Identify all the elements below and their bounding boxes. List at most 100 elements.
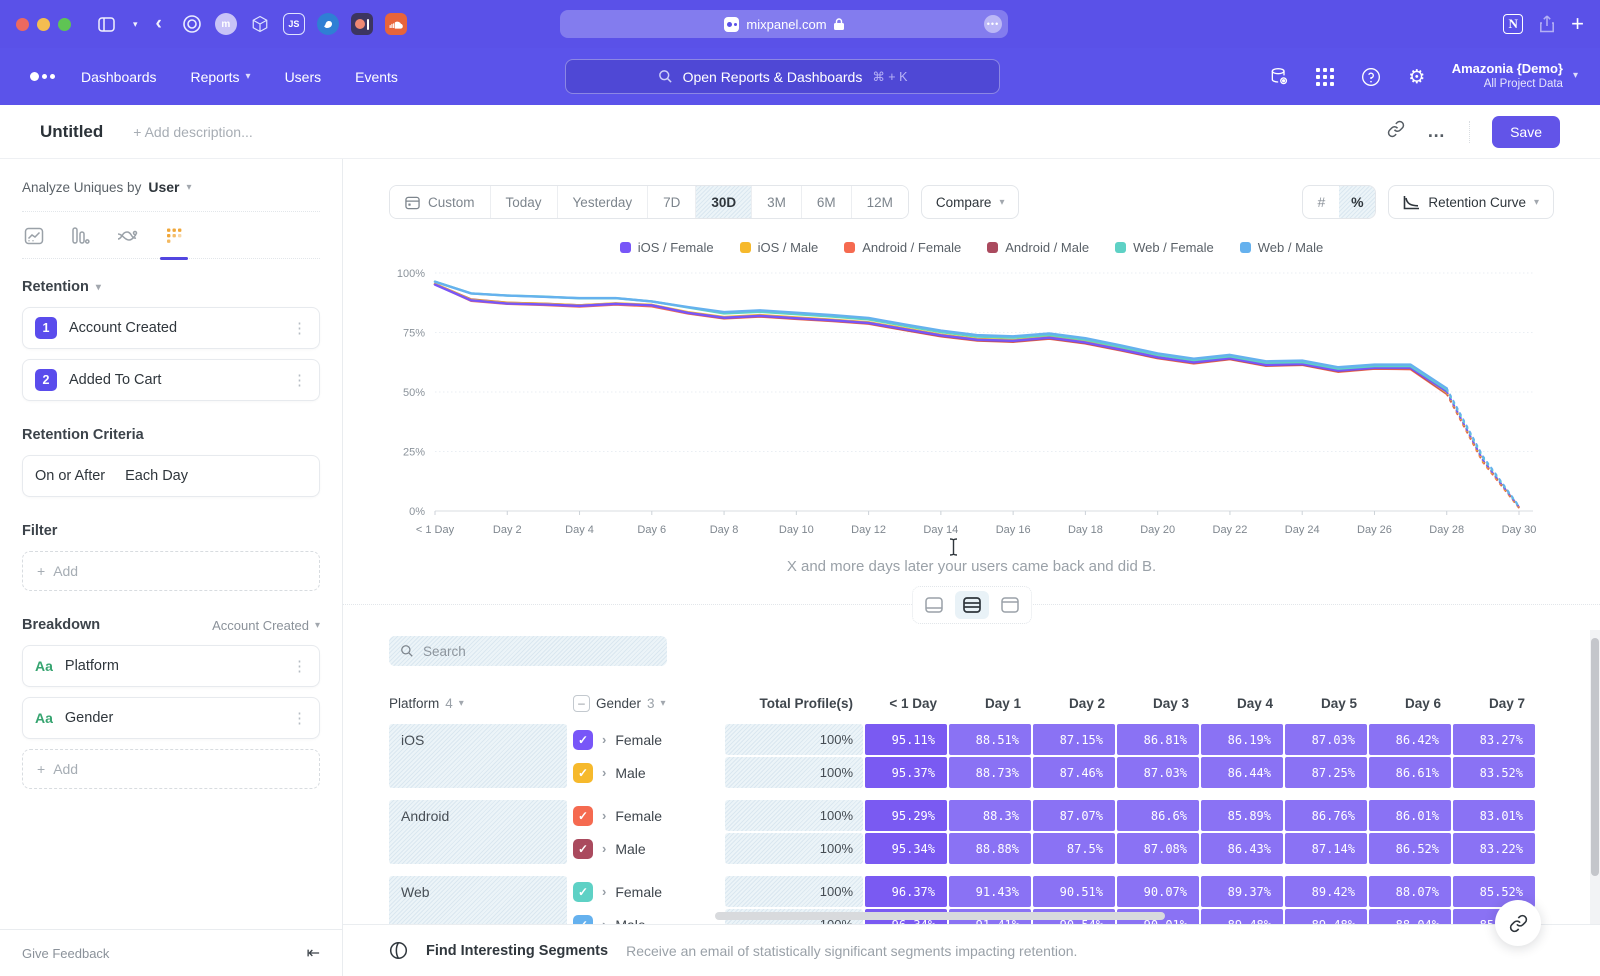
retention-section-heading[interactable]: Retention	[22, 279, 89, 295]
sidebar-toggle-icon[interactable]	[98, 17, 115, 32]
retention-criteria-selector[interactable]: On or After Each Day	[22, 455, 320, 497]
retention-value-cell[interactable]: 88.3%	[949, 800, 1031, 831]
legend-item[interactable]: iOS / Male	[740, 239, 819, 255]
give-feedback-link[interactable]: Give Feedback	[22, 946, 109, 961]
back-button[interactable]: ‹	[156, 13, 162, 35]
range-7d[interactable]: 7D	[648, 186, 696, 218]
chart-type-selector[interactable]: Retention Curve ▾	[1388, 185, 1554, 219]
retention-value-cell[interactable]: 86.19%	[1201, 724, 1283, 755]
js-extension-icon[interactable]: JS	[283, 13, 305, 35]
range-12m[interactable]: 12M	[852, 186, 908, 218]
breakdown-event-selector[interactable]: Account Created ▾	[212, 618, 320, 633]
series-line-android-female[interactable]	[435, 284, 1447, 394]
cube-extension-icon[interactable]	[249, 13, 271, 35]
series-checkbox[interactable]: ✓	[573, 839, 593, 859]
retention-value-cell[interactable]: 88.04%	[1369, 909, 1451, 924]
retention-value-cell[interactable]: 83.01%	[1453, 800, 1535, 831]
zoom-window-button[interactable]	[58, 18, 71, 31]
platform-column-header[interactable]: Platform 4 ▾	[389, 696, 573, 711]
total-profiles-column-header[interactable]: Total Profile(s)	[725, 696, 863, 711]
tab-insights[interactable]	[24, 226, 44, 258]
retention-value-cell[interactable]: 87.46%	[1033, 757, 1115, 788]
retention-value-cell[interactable]: 86.52%	[1369, 833, 1451, 864]
retention-value-cell[interactable]: 88.07%	[1369, 876, 1451, 907]
step-menu-icon[interactable]: ⋮	[292, 371, 307, 389]
close-window-button[interactable]	[16, 18, 29, 31]
day-column-header[interactable]: Day 4	[1199, 696, 1283, 711]
global-search-input[interactable]: Open Reports & Dashboards ⌘ + K	[565, 59, 1000, 94]
step-menu-icon[interactable]: ⋮	[292, 319, 307, 337]
vertical-scrollbar-thumb[interactable]	[1591, 638, 1599, 876]
breakdown-menu-icon[interactable]: ⋮	[292, 709, 307, 727]
series-checkbox[interactable]: ✓	[573, 806, 593, 826]
retention-step-2[interactable]: 2 Added To Cart ⋮	[22, 359, 320, 401]
retention-value-cell[interactable]: 95.29%	[865, 800, 947, 831]
retention-value-cell[interactable]: 87.03%	[1117, 757, 1199, 788]
retention-value-cell[interactable]: 87.15%	[1033, 724, 1115, 755]
breakdown-gender[interactable]: Aa Gender ⋮	[22, 697, 320, 739]
series-checkbox[interactable]: ✓	[573, 882, 593, 902]
series-line-web-male[interactable]	[1447, 388, 1519, 506]
expand-row-icon[interactable]: ›	[602, 765, 606, 780]
criteria-mode[interactable]: On or After	[35, 468, 105, 484]
range-today[interactable]: Today	[491, 186, 558, 218]
retention-value-cell[interactable]: 88.88%	[949, 833, 1031, 864]
legend-item[interactable]: Web / Female	[1115, 239, 1214, 255]
footer-title[interactable]: Find Interesting Segments	[426, 943, 608, 959]
day-column-header[interactable]: Day 2	[1031, 696, 1115, 711]
tab-flows[interactable]	[116, 226, 138, 258]
retention-value-cell[interactable]: 91.43%	[949, 876, 1031, 907]
add-description-field[interactable]: + Add description...	[133, 124, 252, 140]
address-bar[interactable]: mixpanel.com •••	[560, 10, 1008, 38]
save-button[interactable]: Save	[1492, 116, 1560, 148]
range-30d[interactable]: 30D	[696, 186, 752, 218]
retention-value-cell[interactable]: 90.51%	[1033, 876, 1115, 907]
help-icon[interactable]	[1360, 66, 1382, 88]
legend-item[interactable]: iOS / Female	[620, 239, 714, 255]
retention-value-cell[interactable]: 87.14%	[1285, 833, 1367, 864]
site-options-icon[interactable]: •••	[984, 15, 1002, 33]
retention-value-cell[interactable]: 86.6%	[1117, 800, 1199, 831]
retention-value-cell[interactable]: 89.48%	[1201, 909, 1283, 924]
more-options-icon[interactable]: …	[1427, 128, 1447, 135]
copy-link-icon[interactable]	[1387, 120, 1405, 143]
percent-mode-button[interactable]: %	[1339, 186, 1375, 218]
retention-value-cell[interactable]: 83.22%	[1453, 833, 1535, 864]
view-split-button[interactable]	[955, 591, 989, 619]
retention-value-cell[interactable]: 86.44%	[1201, 757, 1283, 788]
floating-copy-link-button[interactable]	[1495, 900, 1541, 946]
view-chart-only-button[interactable]	[917, 591, 951, 619]
day-column-header[interactable]: Day 5	[1283, 696, 1367, 711]
new-tab-icon[interactable]: +	[1571, 13, 1584, 35]
retention-value-cell[interactable]: 86.81%	[1117, 724, 1199, 755]
retention-value-cell[interactable]: 89.42%	[1285, 876, 1367, 907]
bird-extension-icon[interactable]	[317, 13, 339, 35]
absolute-mode-button[interactable]: #	[1303, 186, 1339, 218]
analyze-uniques-value[interactable]: User	[148, 179, 179, 195]
nav-item-events[interactable]: Events	[355, 69, 398, 85]
day-column-header[interactable]: Day 1	[947, 696, 1031, 711]
retention-value-cell[interactable]: 95.11%	[865, 724, 947, 755]
day-column-header[interactable]: Day 7	[1451, 696, 1535, 711]
select-all-checkbox[interactable]: –	[573, 695, 590, 712]
nav-item-dashboards[interactable]: Dashboards	[81, 69, 157, 85]
retention-value-cell[interactable]: 95.34%	[865, 833, 947, 864]
series-line-android-male[interactable]	[435, 284, 1447, 393]
day-column-header[interactable]: Day 3	[1115, 696, 1199, 711]
retention-value-cell[interactable]: 89.48%	[1285, 909, 1367, 924]
retention-value-cell[interactable]: 86.76%	[1285, 800, 1367, 831]
retention-value-cell[interactable]: 86.43%	[1201, 833, 1283, 864]
settings-gear-icon[interactable]: ⚙	[1406, 66, 1428, 88]
expand-row-icon[interactable]: ›	[602, 808, 606, 823]
nav-item-reports[interactable]: Reports▾	[191, 69, 251, 85]
tab-retention[interactable]	[164, 226, 184, 258]
tab-funnels[interactable]	[70, 226, 90, 258]
soundcloud-extension-icon[interactable]	[385, 13, 407, 35]
add-filter-button[interactable]: + Add	[22, 551, 320, 591]
expand-row-icon[interactable]: ›	[602, 732, 606, 747]
compare-button[interactable]: Compare ▾	[921, 185, 1020, 219]
range-yesterday[interactable]: Yesterday	[558, 186, 649, 218]
retention-value-cell[interactable]: 89.37%	[1201, 876, 1283, 907]
m-extension-icon[interactable]: m	[215, 13, 237, 35]
minimize-window-button[interactable]	[37, 18, 50, 31]
